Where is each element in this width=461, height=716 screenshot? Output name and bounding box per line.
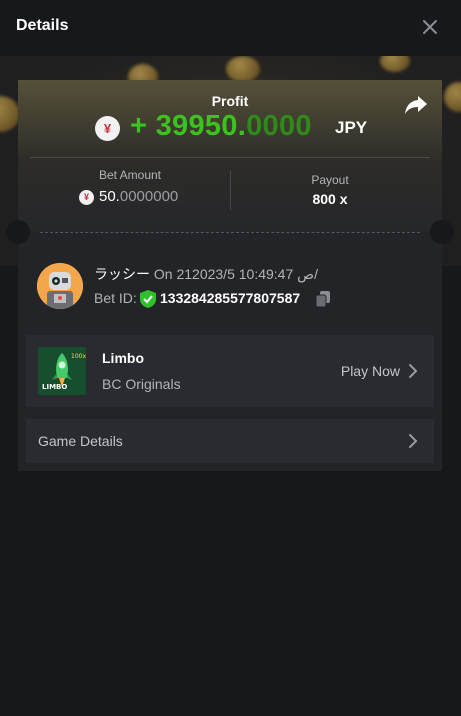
ticket-notch-left <box>6 220 30 244</box>
divider <box>30 157 430 158</box>
profit-amount-int: + 39950. <box>130 110 247 142</box>
decorative-coin <box>444 82 461 112</box>
game-details-row[interactable]: Game Details <box>26 419 434 463</box>
dashed-divider <box>40 232 420 233</box>
bet-id-value: 133284285577807587 <box>160 290 301 306</box>
profit-row: ¥ + 39950.0000 JPY <box>18 110 442 146</box>
rocket-icon: LIMBO 100x <box>38 347 86 395</box>
game-title: Limbo <box>102 350 144 366</box>
yen-coin-icon: ¥ <box>79 190 94 205</box>
user-line: ラッシー On 21ص 10:49:47 2023/5/ <box>94 264 318 284</box>
profit-label: Profit <box>211 93 249 109</box>
thumb-badge: 100x <box>71 353 86 360</box>
bet-id-label: Bet ID: <box>94 290 137 306</box>
chevron-right-icon <box>409 434 418 448</box>
bet-detail-card: Profit ¥ + 39950.0000 JPY Bet Amount ¥ 5… <box>6 80 454 471</box>
yen-coin-icon: ¥ <box>95 116 120 141</box>
decorative-coin <box>226 56 260 82</box>
game-row[interactable]: LIMBO 100x Limbo BC Originals Play Now <box>26 335 434 407</box>
thumb-text: LIMBO <box>42 383 67 391</box>
bet-amount-int: 50. <box>99 188 120 205</box>
bet-time: On 21ص 10:49:47 2023/5/ <box>153 266 318 282</box>
chevron-right-icon <box>409 364 418 378</box>
profit-amount-dec: 0000 <box>246 110 312 142</box>
game-provider: BC Originals <box>102 376 181 392</box>
share-icon[interactable] <box>404 94 428 116</box>
close-icon[interactable] <box>419 16 441 38</box>
profit-amount: + 39950.0000 <box>130 110 312 143</box>
profit-panel: Profit ¥ + 39950.0000 JPY Bet Amount ¥ 5… <box>18 80 442 232</box>
copy-icon[interactable] <box>316 291 330 307</box>
game-details-label: Game Details <box>38 433 123 449</box>
bet-amount-dec: 0000000 <box>119 188 179 205</box>
play-now-button[interactable]: Play Now <box>341 363 400 379</box>
ticket-notch-right <box>430 220 454 244</box>
game-thumbnail[interactable]: LIMBO 100x <box>38 347 86 395</box>
payout-value: 800 x <box>312 191 348 207</box>
header-bar: Details <box>0 0 461 56</box>
decorative-coin <box>0 96 20 132</box>
profit-currency: JPY <box>335 118 368 137</box>
bet-amount-value: 50.0000000 <box>99 188 178 205</box>
username[interactable]: ラッシー <box>94 266 150 282</box>
avatar[interactable] <box>37 263 83 309</box>
verified-shield-icon <box>140 290 156 308</box>
robot-avatar-icon <box>37 263 83 309</box>
page-title: Details <box>16 17 69 34</box>
decorative-coin <box>380 56 410 72</box>
bet-amount-label: Bet Amount <box>98 168 162 182</box>
bet-id-label-text: Bet ID: <box>94 290 137 306</box>
payout-label: Payout <box>311 173 349 187</box>
